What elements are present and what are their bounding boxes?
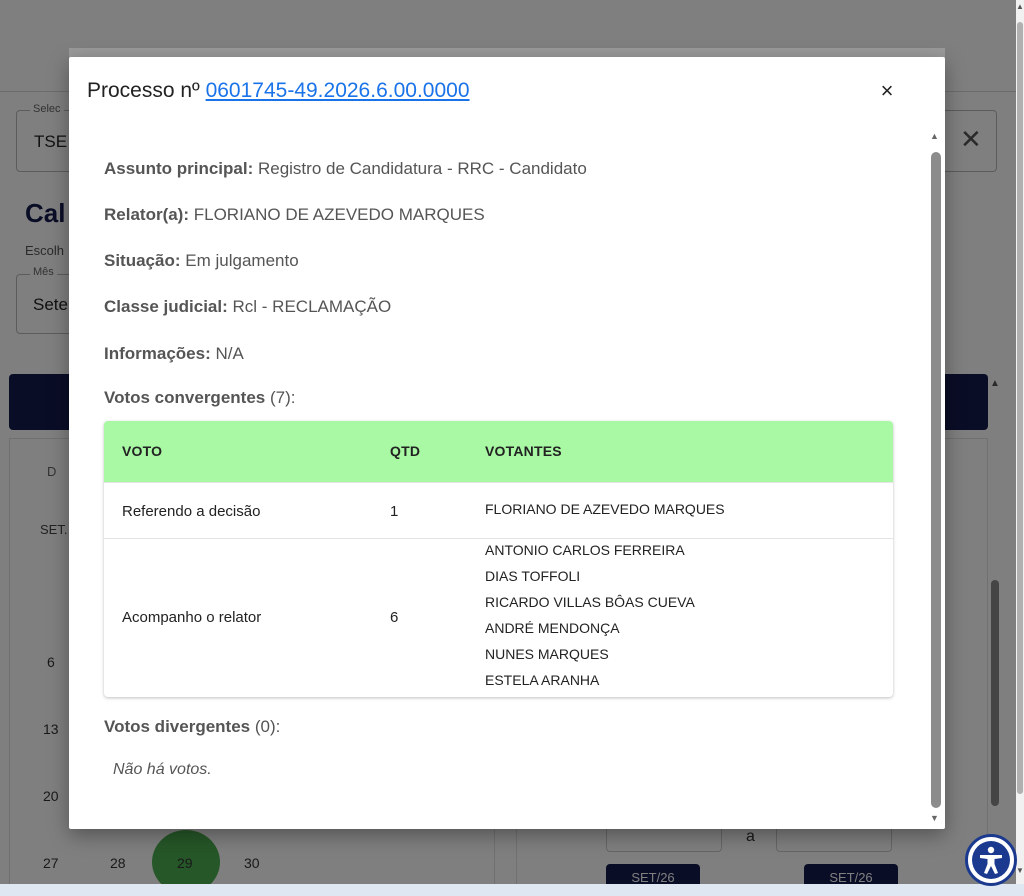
dialog-title: Processo nº 0601745-49.2026.6.00.0000 xyxy=(87,79,470,103)
table-row: Referendo a decisão 1 FLORIANO DE AZEVED… xyxy=(104,482,893,538)
convergentes-count: (7): xyxy=(269,388,296,407)
relator-label: Relator(a): xyxy=(104,205,190,224)
vote-count-cell: 1 xyxy=(390,503,399,520)
no-votes-message: Não há votos. xyxy=(113,761,212,778)
close-icon[interactable]: × xyxy=(876,79,898,103)
column-header-qtd: QTD xyxy=(390,443,421,459)
divergentes-label: Votos divergentes xyxy=(104,717,251,736)
process-dialog: Processo nº 0601745-49.2026.6.00.0000 × … xyxy=(69,57,945,829)
informacoes-label: Informações: xyxy=(104,344,211,363)
voter-name: DIAS TOFFOLI xyxy=(485,568,581,584)
dialog-scroll-down-icon[interactable]: ▼ xyxy=(930,813,939,823)
convergent-votes-table: VOTO QTD VOTANTES Referendo a decisão 1 … xyxy=(104,421,893,697)
voter-name: ANDRÉ MENDONÇA xyxy=(485,620,620,636)
table-header-row: VOTO QTD VOTANTES xyxy=(104,421,893,482)
page-scroll-down-icon[interactable]: ▼ xyxy=(1016,866,1024,875)
voter-name: FLORIANO DE AZEVEDO MARQUES xyxy=(485,501,725,517)
situacao-line: Situação: Em julgamento xyxy=(104,251,299,271)
vote-type-cell: Acompanho o relator xyxy=(122,609,262,626)
column-header-votantes: VOTANTES xyxy=(485,443,562,459)
assunto-value: Registro de Candidatura - RRC - Candidat… xyxy=(257,159,587,178)
relator-value: FLORIANO DE AZEVEDO MARQUES xyxy=(193,205,485,224)
divergentes-count: (0): xyxy=(254,717,281,736)
vote-count-cell: 6 xyxy=(390,609,399,626)
column-header-voto: VOTO xyxy=(122,443,163,459)
voter-name: RICARDO VILLAS BÔAS CUEVA xyxy=(485,594,695,610)
assunto-label: Assunto principal: xyxy=(104,159,254,178)
classe-line: Classe judicial: Rcl - RECLAMAÇÃO xyxy=(104,297,391,317)
dialog-body: Assunto principal: Registro de Candidatu… xyxy=(69,135,929,827)
voter-name: ESTELA ARANHA xyxy=(485,672,600,688)
table-row: Acompanho o relator 6 ANTONIO CARLOS FER… xyxy=(104,538,893,697)
accessibility-button[interactable] xyxy=(965,834,1017,886)
convergentes-label: Votos convergentes xyxy=(104,388,266,407)
relator-line: Relator(a): FLORIANO DE AZEVEDO MARQUES xyxy=(104,205,485,225)
assunto-line: Assunto principal: Registro de Candidatu… xyxy=(104,159,587,179)
page-scroll-up-icon[interactable]: ▲ xyxy=(1016,2,1024,11)
dialog-title-prefix: Processo nº xyxy=(87,79,200,102)
process-number-link[interactable]: 0601745-49.2026.6.00.0000 xyxy=(206,79,470,102)
informacoes-line: Informações: N/A xyxy=(104,344,244,364)
situacao-value: Em julgamento xyxy=(185,251,299,270)
dialog-scroll-up-icon[interactable]: ▲ xyxy=(930,131,939,141)
page-footer-strip xyxy=(0,884,1024,896)
situacao-label: Situação: xyxy=(104,251,181,270)
vote-type-cell: Referendo a decisão xyxy=(122,503,261,520)
dialog-scrollbar-thumb[interactable] xyxy=(931,152,941,808)
voter-name: NUNES MARQUES xyxy=(485,646,609,662)
classe-label: Classe judicial: xyxy=(104,297,228,316)
informacoes-value: N/A xyxy=(215,344,244,363)
page-scrollbar-thumb[interactable] xyxy=(1017,22,1023,794)
voter-name: ANTONIO CARLOS FERREIRA xyxy=(485,542,685,558)
classe-value: Rcl - RECLAMAÇÃO xyxy=(232,297,392,316)
convergentes-heading: Votos convergentes (7): xyxy=(104,388,295,408)
accessibility-icon xyxy=(972,841,1010,879)
divergentes-heading: Votos divergentes (0): xyxy=(104,717,280,737)
